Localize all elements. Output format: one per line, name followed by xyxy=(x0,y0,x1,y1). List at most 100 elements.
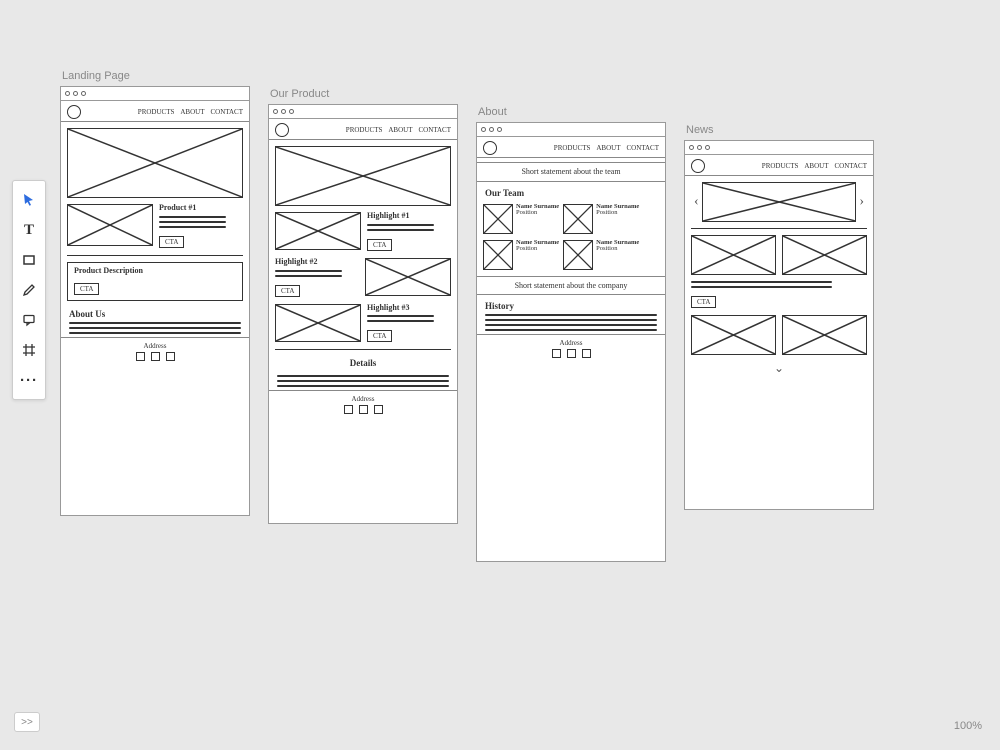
social-icon xyxy=(344,405,353,414)
site-footer: Address xyxy=(477,334,665,362)
image-placeholder xyxy=(275,212,361,250)
carousel-next-icon: › xyxy=(856,194,867,210)
text-lines xyxy=(367,224,451,231)
more-tools[interactable]: ··· xyxy=(16,367,42,393)
text-lines xyxy=(275,270,359,277)
artboard-landing-page[interactable]: Products About Contact Product #1 CTA Pr… xyxy=(60,86,250,516)
highlight-heading: Highlight #3 xyxy=(367,304,451,313)
text-lines xyxy=(691,281,867,288)
avatar-placeholder xyxy=(563,240,593,270)
image-placeholder xyxy=(275,304,361,342)
scroll-down-icon: ⌄ xyxy=(685,361,873,376)
team-member: Name SurnamePosition xyxy=(516,240,559,254)
nav-link: Products xyxy=(554,144,591,152)
site-nav: Products About Contact xyxy=(269,119,457,140)
image-placeholder xyxy=(691,315,776,355)
image-placeholder xyxy=(782,235,867,275)
expand-panel-button[interactable]: >> xyxy=(14,712,40,732)
nav-link: About xyxy=(804,162,828,170)
artboard-label[interactable]: Landing Page xyxy=(62,70,250,82)
carousel-prev-icon: ‹ xyxy=(691,194,702,210)
nav-link: Products xyxy=(138,108,175,116)
social-icon xyxy=(374,405,383,414)
cta-button: CTA xyxy=(275,285,300,297)
social-icon xyxy=(582,349,591,358)
nav-link: Products xyxy=(762,162,799,170)
cta-button: CTA xyxy=(367,239,392,251)
nav-link: Contact xyxy=(211,108,244,116)
highlight-heading: Highlight #2 xyxy=(275,258,359,267)
text-lines xyxy=(277,375,449,387)
design-canvas[interactable]: Landing Page Products About Contact Prod… xyxy=(60,70,980,710)
image-placeholder xyxy=(67,204,153,246)
section-heading: Product Description xyxy=(74,267,236,276)
social-icon xyxy=(567,349,576,358)
rectangle-tool[interactable] xyxy=(16,247,42,273)
cta-button: CTA xyxy=(74,283,99,295)
nav-link: Products xyxy=(346,126,383,134)
logo-icon xyxy=(67,105,81,119)
logo-icon xyxy=(691,159,705,173)
avatar-placeholder xyxy=(483,204,513,234)
footer-label: Address xyxy=(65,342,245,350)
site-footer: Address xyxy=(269,390,457,418)
artboard-tool[interactable] xyxy=(16,337,42,363)
social-icon xyxy=(359,405,368,414)
nav-link: About xyxy=(596,144,620,152)
highlight-heading: Highlight #1 xyxy=(367,212,451,221)
hero-image-placeholder xyxy=(275,146,451,206)
section-heading: Our Team xyxy=(477,186,665,198)
social-icon xyxy=(552,349,561,358)
image-placeholder xyxy=(691,235,776,275)
site-nav: Products About Contact xyxy=(477,137,665,158)
browser-chrome xyxy=(269,105,457,119)
team-member: Name SurnamePosition xyxy=(516,204,559,218)
section-heading: History xyxy=(477,299,665,311)
text-lines xyxy=(485,314,657,331)
team-member: Name SurnamePosition xyxy=(596,204,639,218)
statement-text: Short statement about the company xyxy=(477,276,665,296)
artboard-label[interactable]: About xyxy=(478,106,666,118)
product-description-block: Product Description CTA xyxy=(67,262,243,301)
artboard-label[interactable]: Our Product xyxy=(270,88,458,100)
cta-button: CTA xyxy=(367,330,392,342)
browser-chrome xyxy=(477,123,665,137)
image-placeholder xyxy=(365,258,451,296)
text-lines xyxy=(159,216,243,228)
artboard-label[interactable]: News xyxy=(686,124,874,136)
artboard-about[interactable]: Products About Contact Short statement a… xyxy=(476,122,666,562)
statement-text: Short statement about the team xyxy=(477,162,665,182)
text-lines xyxy=(69,322,241,334)
nav-link: Contact xyxy=(627,144,660,152)
section-heading: Details xyxy=(269,354,457,372)
nav-link: Contact xyxy=(835,162,868,170)
pointer-tool[interactable] xyxy=(16,187,42,213)
site-footer: Address xyxy=(61,337,249,365)
news-grid xyxy=(691,235,867,275)
zoom-level[interactable]: 100% xyxy=(954,720,982,732)
artboard-news[interactable]: Products About Contact ‹ › CTA xyxy=(684,140,874,510)
section-heading: About Us xyxy=(61,307,249,319)
comment-tool[interactable] xyxy=(16,307,42,333)
footer-label: Address xyxy=(273,395,453,403)
text-lines xyxy=(367,315,451,322)
avatar-placeholder xyxy=(483,240,513,270)
logo-icon xyxy=(275,123,289,137)
team-member: Name SurnamePosition xyxy=(596,240,639,254)
nav-link: Contact xyxy=(419,126,452,134)
avatar-placeholder xyxy=(563,204,593,234)
social-icon xyxy=(166,352,175,361)
pencil-tool[interactable] xyxy=(16,277,42,303)
footer-label: Address xyxy=(481,339,661,347)
artboard-our-product[interactable]: Products About Contact Highlight #1 CTA … xyxy=(268,104,458,524)
nav-link: About xyxy=(180,108,204,116)
browser-chrome xyxy=(685,141,873,155)
carousel-image-placeholder xyxy=(702,182,857,222)
cta-button: CTA xyxy=(691,296,716,308)
image-placeholder xyxy=(782,315,867,355)
news-grid xyxy=(691,315,867,355)
cta-button: CTA xyxy=(159,236,184,248)
tools-toolbar: T ··· xyxy=(12,180,46,400)
site-nav: Products About Contact xyxy=(61,101,249,122)
text-tool[interactable]: T xyxy=(16,217,42,243)
